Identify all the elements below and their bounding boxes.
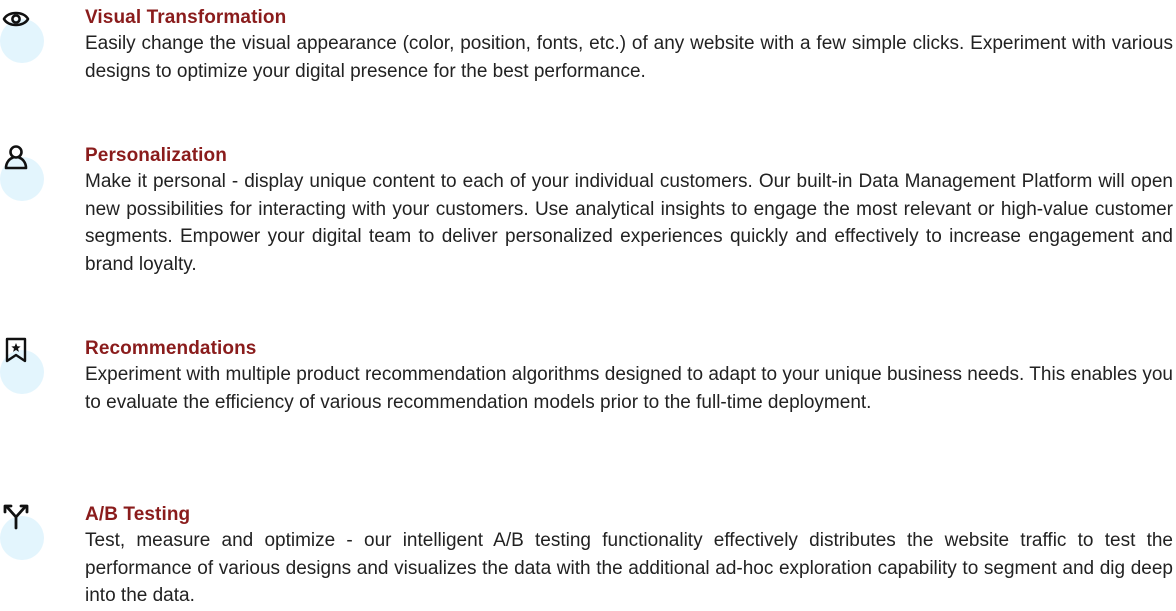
eye-icon [2, 11, 30, 27]
feature-title: A/B Testing [85, 504, 191, 525]
feature-icon-wrap [0, 336, 46, 396]
bookmark-star-icon [5, 337, 27, 363]
feature-title: Recommendations [85, 338, 257, 359]
feature-title: Personalization [85, 145, 227, 166]
feature-icon-wrap [0, 143, 46, 203]
feature-description: Test, measure and optimize - our intelli… [85, 530, 1173, 606]
split-arrows-icon [3, 504, 29, 530]
feature-description: Easily change the visual appearance (col… [85, 33, 1173, 82]
feature-title: Visual Transformation [85, 7, 287, 28]
feature-icon-wrap [0, 502, 46, 562]
feature-description: Make it personal - display unique conten… [85, 171, 1173, 275]
user-icon [4, 145, 28, 170]
feature-description: Experiment with multiple product recomme… [85, 364, 1173, 413]
feature-icon-wrap [0, 5, 46, 65]
